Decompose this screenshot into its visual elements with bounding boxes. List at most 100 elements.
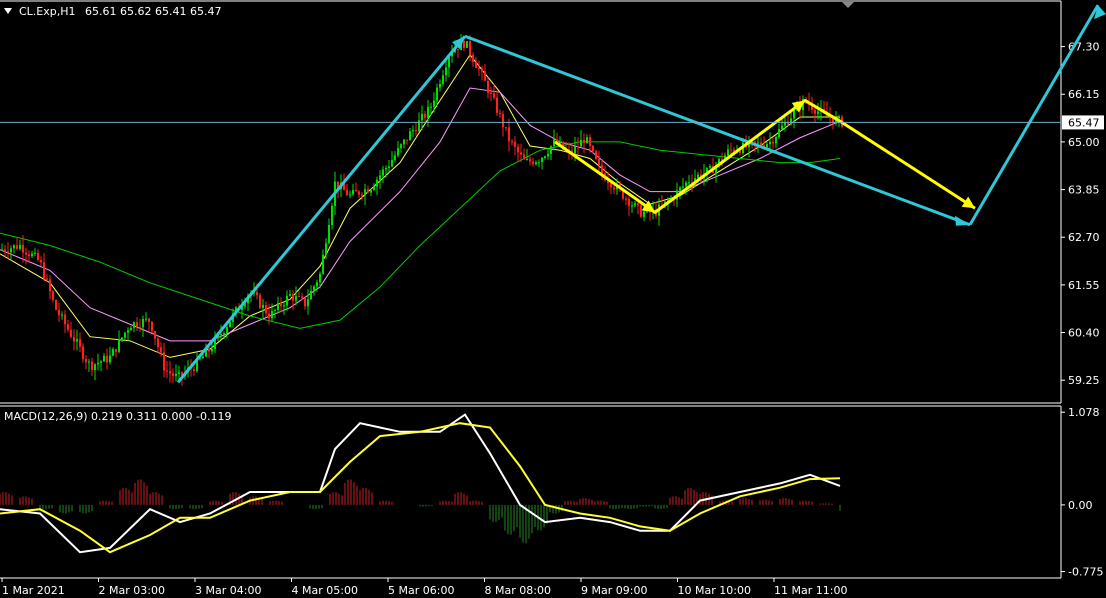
- candle-body: [475, 61, 477, 68]
- candle-body: [67, 324, 69, 330]
- candle-body: [88, 361, 90, 363]
- candle-body: [31, 253, 33, 257]
- candle-body: [211, 348, 213, 352]
- candle-body: [142, 319, 144, 328]
- candle-body: [172, 373, 174, 376]
- candle-body: [631, 205, 633, 207]
- candle-body: [154, 331, 156, 339]
- candle-body: [757, 142, 759, 144]
- candle-body: [688, 182, 690, 184]
- trend-line: [176, 35, 467, 384]
- candle-body: [421, 113, 423, 121]
- candle-body: [52, 291, 54, 301]
- time-tick-label: 4 Mar 05:00: [292, 584, 358, 597]
- candle-body: [838, 117, 840, 119]
- candle-body: [10, 248, 12, 253]
- candle-body: [133, 322, 135, 328]
- candle-body: [415, 129, 417, 132]
- candle-body: [730, 149, 732, 151]
- candle-body: [193, 369, 195, 372]
- candle-body: [256, 292, 258, 296]
- candle-body: [82, 346, 84, 360]
- candle-body: [367, 189, 369, 193]
- current-price: 65.47: [0, 115, 1104, 130]
- candle-body: [352, 189, 354, 195]
- candle-body: [589, 137, 591, 146]
- candle-body: [49, 279, 51, 292]
- candle-body: [550, 146, 552, 154]
- candle-body: [412, 129, 414, 132]
- candle-body: [445, 67, 447, 76]
- candle-body: [436, 87, 438, 101]
- candle-body: [817, 111, 819, 114]
- candle-body: [400, 144, 402, 149]
- trend-arrowhead: [955, 215, 970, 226]
- candle-body: [166, 370, 168, 372]
- candle-body: [547, 153, 549, 157]
- candle-body: [772, 141, 774, 144]
- candle-body: [439, 83, 441, 88]
- candle-body: [118, 339, 120, 352]
- candle-body: [220, 334, 222, 336]
- candle-body: [739, 151, 741, 154]
- candle-body: [592, 145, 594, 152]
- candle-body: [121, 337, 123, 340]
- time-tick-label: 5 Mar 06:00: [388, 584, 454, 597]
- candle-body: [586, 137, 588, 144]
- candle-body: [511, 141, 513, 143]
- candle-body: [505, 127, 507, 129]
- candle-body: [103, 355, 105, 362]
- candle-body: [679, 187, 681, 191]
- candle-body: [355, 189, 357, 192]
- candle-body: [40, 259, 42, 263]
- candle-body: [697, 174, 699, 179]
- candle-body: [577, 146, 579, 148]
- price-tick-label: 65.00: [1068, 136, 1100, 149]
- candle-body: [625, 198, 627, 200]
- time-axis: 1 Mar 2021 2 Mar 03:00 3 Mar 04:00 4 Mar 05…: [1, 578, 847, 597]
- price-chart-svg[interactable]: CL.Exp,H1 65.61 65.62 65.41 65.47 MACD(1…: [0, 0, 1106, 598]
- candle-body: [376, 179, 378, 187]
- candle-body: [61, 314, 63, 316]
- macd-title: MACD(12,26,9) 0.219 0.311 0.000 -0.119: [4, 410, 231, 423]
- price-tick-label: 61.55: [1068, 279, 1100, 292]
- candle-body: [385, 167, 387, 170]
- candle-body: [427, 107, 429, 118]
- candle-body: [430, 106, 432, 108]
- candle-body: [259, 295, 261, 308]
- candle-body: [28, 254, 30, 257]
- candle-body: [361, 194, 363, 196]
- candle-body: [169, 371, 171, 374]
- candle-body: [433, 100, 435, 107]
- time-tick-label: 8 Mar 08:00: [485, 584, 551, 597]
- macd-panel: [0, 413, 841, 554]
- candle-body: [595, 151, 597, 159]
- ohlc-label: 65.61 65.62 65.41 65.47: [85, 5, 221, 18]
- candle-body: [793, 110, 795, 119]
- candle-body: [145, 318, 147, 320]
- candle-body: [544, 156, 546, 158]
- candle-body: [109, 355, 111, 363]
- candle-body: [310, 290, 312, 300]
- candle-body: [25, 252, 27, 255]
- dropdown-arrow-icon[interactable]: [4, 8, 12, 14]
- scroll-marker-icon[interactable]: [842, 2, 854, 8]
- candle-body: [502, 113, 504, 128]
- candle-body: [223, 333, 225, 335]
- candle-body: [136, 322, 138, 327]
- candle-body: [331, 205, 333, 225]
- candle-body: [289, 294, 291, 296]
- candle-body: [274, 309, 276, 311]
- candle-body: [442, 75, 444, 84]
- candle-body: [379, 175, 381, 180]
- candle-body: [298, 295, 300, 297]
- candle-body: [265, 304, 267, 314]
- candle-body: [583, 140, 585, 144]
- macd-tick-label: 1.078: [1068, 406, 1100, 419]
- candle-body: [472, 54, 474, 62]
- candle-body: [73, 336, 75, 342]
- candle-body: [268, 313, 270, 319]
- candle-body: [643, 211, 645, 217]
- candle-body: [535, 162, 537, 165]
- candle-body: [373, 186, 375, 190]
